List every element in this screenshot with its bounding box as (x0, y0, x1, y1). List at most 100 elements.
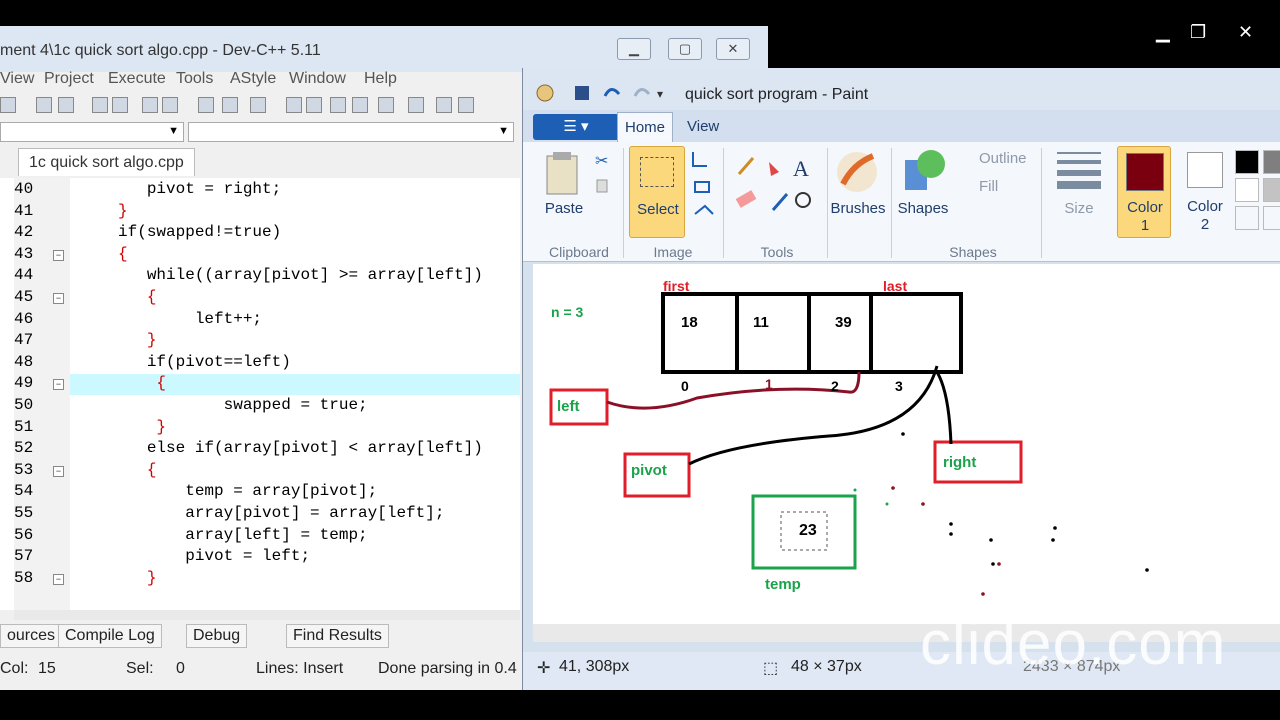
palette-swatch[interactable] (1235, 178, 1259, 202)
index-1: 1 (765, 376, 773, 392)
watermark: clideo.com (920, 609, 1227, 678)
palette-swatch[interactable] (1263, 178, 1280, 202)
minimize-icon[interactable]: ▁ (1156, 22, 1170, 43)
cursor-position: 41, 308px (559, 658, 630, 675)
size-button[interactable]: Size (1057, 200, 1101, 217)
menu-astyle[interactable]: AStyle (230, 70, 276, 88)
code-text: } (70, 417, 167, 436)
close-icon[interactable]: ✕ (1238, 22, 1253, 43)
menu-window[interactable]: Window (289, 70, 346, 88)
shapes-button[interactable]: Shapes (895, 200, 951, 217)
code-text: while((array[pivot] >= array[left]) (70, 266, 483, 285)
member-combo[interactable]: ▼ (188, 122, 514, 142)
color1-button[interactable]: Color 1 (1117, 146, 1171, 238)
toolbar-icon[interactable] (352, 97, 368, 113)
code-editor[interactable]: 40 pivot = right; 41 } 42 if(swapped!=true… (0, 178, 520, 610)
outline-button[interactable]: Outline (979, 150, 1027, 167)
restore-icon[interactable]: ❐ (1190, 22, 1206, 43)
color2-button[interactable]: Color 2 (1179, 146, 1231, 238)
code-text: temp = array[pivot]; (70, 482, 378, 501)
fold-toggle-icon[interactable]: − (53, 249, 64, 261)
code-line: { (70, 288, 157, 309)
paste-button[interactable]: Paste (543, 200, 585, 217)
bottom-tab-compile-log[interactable]: Compile Log (58, 624, 162, 648)
toolbar-icon[interactable] (142, 97, 158, 113)
toolbar-icon[interactable] (436, 97, 452, 113)
toolbar-icon[interactable] (378, 97, 394, 113)
code-line: { (70, 461, 157, 482)
sel-label: Sel: (126, 660, 154, 677)
select-label: Select (637, 201, 679, 218)
fold-toggle-icon[interactable]: − (53, 465, 64, 477)
tab-home[interactable]: Home (617, 112, 673, 144)
paint-canvas[interactable]: n = 3 first last 18 11 39 0 1 2 3 left p… (533, 264, 1280, 638)
palette-swatch[interactable] (1263, 150, 1280, 174)
index-0: 0 (681, 378, 689, 394)
menu-project[interactable]: Project (44, 70, 94, 88)
brushes-button[interactable]: Brushes (829, 200, 887, 217)
toolbar-icon[interactable] (306, 97, 322, 113)
toolbar-icon[interactable] (0, 97, 16, 113)
selection-size: 48 × 37px (791, 658, 862, 675)
cell-0-value: 18 (681, 314, 698, 331)
menu-execute[interactable]: Execute (108, 70, 166, 88)
bottom-tab-find-results[interactable]: Find Results (286, 624, 389, 648)
close-button[interactable]: ✕ (716, 38, 750, 60)
toolbar-icon[interactable] (330, 97, 346, 113)
bottom-tab-debug[interactable]: Debug (186, 624, 248, 648)
code-text: left++; (70, 309, 263, 328)
code-line: } (70, 569, 157, 590)
toolbar-icon[interactable] (222, 97, 238, 113)
toolbar-icon[interactable] (36, 97, 52, 113)
code-line: { (70, 374, 166, 395)
minimize-button[interactable]: ▁ (617, 38, 651, 60)
svg-text:✂: ✂ (595, 153, 608, 170)
line-number: 56 (14, 525, 34, 544)
code-line: swapped = true; (70, 396, 368, 417)
size-icon (1057, 152, 1101, 189)
code-line: } (70, 331, 157, 352)
toolbar-icon[interactable] (112, 97, 128, 113)
color-palette[interactable] (1227, 146, 1280, 236)
maximize-button[interactable]: ▢ (668, 38, 702, 60)
chevron-down-icon: ▼ (498, 125, 509, 137)
code-line: while((array[pivot] >= array[left]) (70, 266, 483, 287)
menu-help[interactable]: Help (364, 70, 397, 88)
menu-view[interactable]: View (0, 70, 34, 88)
bottom-tab-ources[interactable]: ources (0, 624, 63, 648)
palette-swatch[interactable] (1235, 150, 1259, 174)
devcpp-combos: ▼ ▼ (0, 122, 520, 144)
toolbar-icon[interactable] (162, 97, 178, 113)
class-combo[interactable]: ▼ (0, 122, 184, 142)
selection-size-icon: ⬚ (763, 660, 779, 677)
fold-toggle-icon[interactable]: − (53, 573, 64, 585)
file-menu-button[interactable]: ☰ ▾ (533, 114, 619, 140)
toolbar-icon[interactable] (458, 97, 474, 113)
menu-tools[interactable]: Tools (176, 70, 213, 88)
select-button[interactable]: Select (629, 146, 685, 238)
line-number: 52 (14, 439, 34, 458)
toolbar-icon[interactable] (250, 97, 266, 113)
fold-toggle-icon[interactable]: − (53, 293, 64, 304)
toolbar-icon[interactable] (58, 97, 74, 113)
cell-2-value: 39 (835, 314, 852, 331)
tab-quick-sort-cpp[interactable]: 1c quick sort algo.cpp (18, 148, 195, 176)
palette-swatch[interactable] (1263, 206, 1280, 230)
line-number: 54 (14, 482, 34, 501)
toolbar-icon[interactable] (286, 97, 302, 113)
shapes-group-label: Shapes (949, 244, 997, 260)
tab-view[interactable]: View (687, 118, 719, 135)
toolbar-icon[interactable] (408, 97, 424, 113)
line-number: 47 (14, 331, 34, 350)
toolbar-icon[interactable] (92, 97, 108, 113)
code-text: else if(array[pivot] < array[left]) (70, 439, 483, 458)
devcpp-statusbar: Col: 15 Sel: 0 Lines: Insert Done parsin… (0, 656, 520, 686)
palette-swatch[interactable] (1235, 206, 1259, 230)
toolbar-icon[interactable] (198, 97, 214, 113)
quick-access-toolbar: ▾ (536, 84, 663, 102)
fold-toggle-icon[interactable]: − (53, 379, 64, 391)
code-line: { (70, 245, 128, 266)
code-text: if(pivot==left) (70, 352, 291, 371)
line-number: 41 (14, 201, 34, 220)
fill-button[interactable]: Fill (979, 178, 998, 195)
